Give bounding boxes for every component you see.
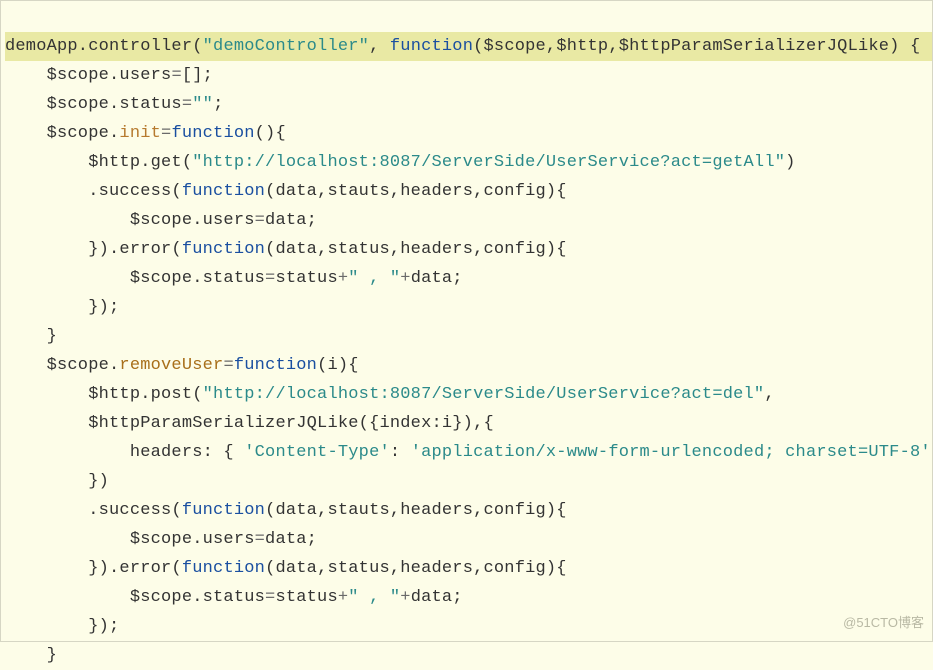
watermark-text: @51CTO博客 [843, 608, 924, 637]
code-line: .success(function(data,stauts,headers,co… [5, 501, 567, 520]
code-line: }); [5, 617, 119, 636]
code-line: } [5, 646, 57, 665]
code-block: demoApp.controller("demoController", fun… [1, 1, 932, 670]
code-line: $http.get("http://localhost:8087/ServerS… [5, 153, 796, 172]
code-line: $http.post("http://localhost:8087/Server… [5, 385, 775, 404]
code-line: }) [5, 472, 109, 491]
code-line: }).error(function(data,status,headers,co… [5, 559, 567, 578]
code-line-highlighted: demoApp.controller("demoController", fun… [5, 32, 932, 61]
code-line: .success(function(data,stauts,headers,co… [5, 182, 567, 201]
code-line: $scope.status=status+" , "+data; [5, 269, 463, 288]
code-line: $scope.users=[]; [5, 66, 213, 85]
code-line: $httpParamSerializerJQLike({index:i}),{ [5, 414, 494, 433]
code-line: }).error(function(data,status,headers,co… [5, 240, 567, 259]
code-line: $scope.users=data; [5, 211, 317, 230]
code-line: $scope.removeUser=function(i){ [5, 356, 359, 375]
code-line: headers: { 'Content-Type': 'application/… [5, 443, 933, 462]
code-line: $scope.users=data; [5, 530, 317, 549]
code-line: $scope.status=status+" , "+data; [5, 588, 463, 607]
code-line: }); [5, 298, 119, 317]
code-line: } [5, 327, 57, 346]
code-line: $scope.init=function(){ [5, 124, 286, 143]
code-line: $scope.status=""; [5, 95, 223, 114]
